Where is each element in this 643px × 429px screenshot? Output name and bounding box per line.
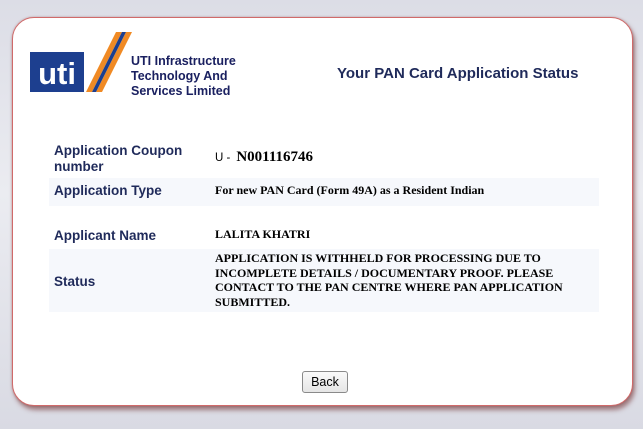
applicant-name-row: Applicant Name LALITA KHATRI	[49, 221, 599, 249]
coupon-value: U - N001116746	[215, 150, 585, 166]
application-type-row: Application Type For new PAN Card (Form …	[49, 178, 599, 206]
coupon-number: N001116746	[236, 149, 314, 165]
page-title: Your PAN Card Application Status	[337, 65, 579, 82]
status-value: APPLICATION IS WITHHELD FOR PROCESSING D…	[215, 251, 563, 309]
company-name-line: Services Limited	[131, 84, 231, 98]
coupon-prefix: U -	[215, 152, 231, 164]
company-name-line: UTI Infrastructure	[131, 54, 236, 68]
uti-logo: uti	[30, 32, 136, 96]
company-name-line: Technology And	[131, 69, 228, 83]
company-name: UTI Infrastructure Technology And Servic…	[131, 54, 236, 99]
status-label: Status	[54, 274, 96, 289]
back-button[interactable]: Back	[302, 371, 348, 393]
application-type-label: Application Type	[54, 183, 162, 198]
applicant-name-label: Applicant Name	[54, 228, 157, 243]
application-type-value: For new PAN Card (Form 49A) as a Residen…	[215, 183, 485, 197]
applicant-name-value: LALITA KHATRI	[215, 227, 311, 241]
coupon-label: Application Coupon number	[54, 143, 183, 174]
coupon-row: Application Coupon number U - N001116746	[49, 138, 599, 178]
status-row: Status APPLICATION IS WITHHELD FOR PROCE…	[49, 249, 599, 312]
logo-wordmark: uti	[38, 56, 76, 91]
